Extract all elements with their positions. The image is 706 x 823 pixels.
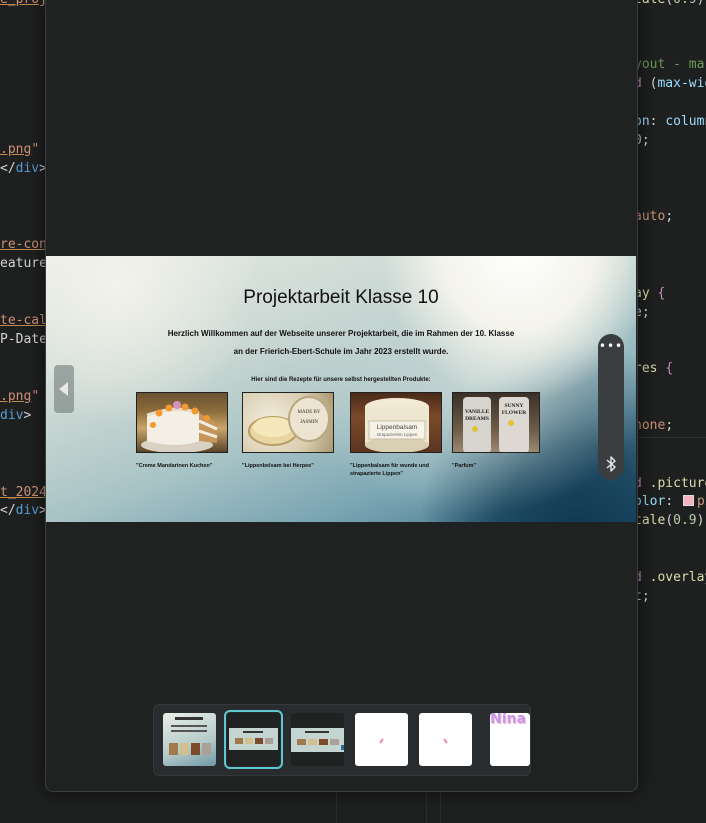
code-token: .overlay [649, 570, 706, 585]
code-token: : [649, 114, 666, 129]
code-token: tale [634, 0, 665, 7]
previous-image-button[interactable] [54, 365, 74, 413]
code-token: </ [0, 161, 16, 176]
code-token: yout - mak [634, 57, 706, 72]
svg-text:VANILLE: VANILLE [465, 409, 490, 415]
code-line: res { [634, 361, 673, 377]
code-token: auto [634, 209, 666, 224]
thumbnail-6[interactable]: Nina [490, 713, 530, 766]
product-caption: "Creme Mandarinen Kuchen" [136, 463, 213, 469]
code-token: max-wid [657, 76, 706, 91]
svg-text:DREAMS: DREAMS [465, 416, 489, 422]
code-token: : [665, 494, 681, 509]
code-line: </div> [0, 161, 47, 177]
svg-text:FLOWER: FLOWER [502, 410, 527, 416]
code-token: " [31, 142, 40, 157]
code-token: ; [641, 133, 650, 148]
code-line: yout - mak [634, 57, 706, 73]
code-token: div [15, 161, 40, 176]
slide-subheading: Hier sind die Rezepte für unsere selbst … [251, 377, 431, 383]
code-token: res [634, 361, 666, 376]
code-token [682, 495, 694, 506]
product-caption: "Parfum" [452, 463, 477, 469]
code-line: auto; [634, 209, 673, 225]
thumbnail-label: Nina [490, 713, 526, 727]
code-token: .png [0, 389, 32, 404]
svg-text:Lippenbalsam: Lippenbalsam [377, 424, 417, 431]
product-caption: "Lippenbalsam für wunde und strapazierte… [350, 463, 429, 477]
svg-text:strapazierten Lippen: strapazierten Lippen [377, 432, 418, 437]
bluetooth-icon[interactable] [598, 453, 624, 475]
cake-photo [136, 392, 228, 453]
code-line: d (max-wid [634, 76, 706, 92]
code-token: 0.9 [673, 0, 696, 7]
code-token: ( [665, 0, 673, 7]
code-token: ( [665, 513, 674, 528]
code-token: .picture [649, 476, 706, 491]
lip-balm-tin-photo: MADE BY JASMIN [242, 392, 334, 453]
editor-divider [636, 437, 706, 438]
code-token: column [665, 114, 706, 129]
tin-label-text: MADE BY [298, 410, 321, 415]
slide-intro-line: Herzlich Willkommen auf der Webseite uns… [167, 329, 515, 338]
slide-title: Projektarbeit Klasse 10 [243, 287, 439, 308]
code-line: div> [0, 408, 31, 424]
code-token: olor [634, 494, 666, 509]
slide-image: Projektarbeit Klasse 10 Herzlich Willkom… [46, 256, 636, 522]
code-token: tale [634, 513, 666, 528]
code-token: pi [696, 494, 706, 509]
thumbnail-4[interactable] [355, 713, 408, 766]
svg-text:JASMIN: JASMIN [300, 420, 318, 425]
code-token: e_proj [0, 0, 47, 7]
code-token: .png [0, 142, 32, 157]
thumbnail-1[interactable] [163, 713, 216, 766]
code-token: div [0, 408, 24, 423]
code-token: </ [0, 503, 16, 518]
code-line: tale(0.9); [634, 0, 706, 8]
side-toolbar: ••• [598, 334, 624, 480]
code-line: tale(0.9); [634, 513, 706, 529]
thumbnail-2-selected[interactable] [224, 710, 283, 769]
code-token: 0.9 [673, 513, 697, 528]
code-token: none [634, 418, 666, 433]
thumbnail-3[interactable] [291, 713, 344, 766]
code-token: " [31, 389, 40, 404]
code-line: ay { [634, 286, 665, 302]
code-line: e_proj [0, 0, 47, 8]
code-line: on: column [634, 114, 706, 130]
code-line: d .picture [634, 476, 706, 492]
code-token: { [657, 286, 666, 301]
code-line: none; [634, 418, 673, 434]
code-token: ); [697, 0, 706, 7]
more-options-icon[interactable]: ••• [598, 340, 624, 352]
code-line: </div> [0, 503, 47, 519]
code-token: ; [665, 418, 674, 433]
code-token: ; [665, 209, 674, 224]
filmstrip: Nina [153, 704, 531, 776]
product-caption: "Lippenbelsam bei Herpes" [242, 463, 314, 469]
lip-balm-jar-photo: Lippenbalsam strapazierten Lippen [350, 392, 442, 453]
thumbnail-5[interactable] [419, 713, 472, 766]
code-token: { [665, 361, 674, 376]
slide-intro-line: an der Frierich-Ebert-Schule im Jahr 202… [233, 347, 449, 356]
code-line: d .overlay [634, 570, 706, 586]
svg-text:SUNNY: SUNNY [505, 403, 524, 409]
code-line: olor: pi [634, 494, 706, 510]
code-token: > [23, 408, 32, 423]
perfume-photo: VANILLE DREAMS SUNNY FLOWER [452, 392, 540, 453]
code-token: ); [696, 513, 706, 528]
code-token: div [15, 503, 40, 518]
